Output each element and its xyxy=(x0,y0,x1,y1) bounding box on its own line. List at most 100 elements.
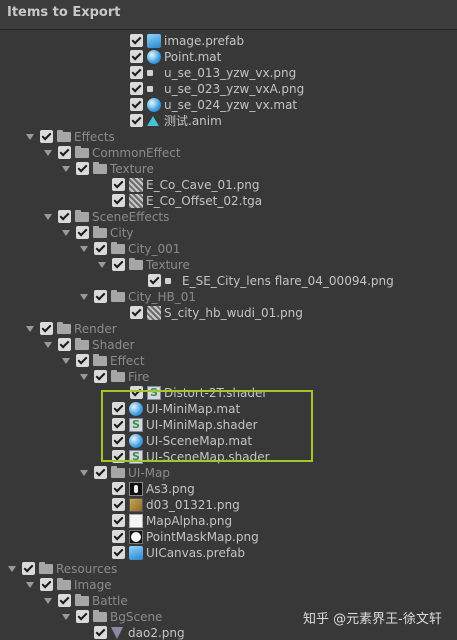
tree-file-row[interactable]: UI-MiniMap.shader xyxy=(0,417,440,433)
include-checkbox[interactable] xyxy=(94,242,107,255)
include-checkbox[interactable] xyxy=(112,498,125,511)
tree-file-row[interactable]: u_se_013_yzw_vx.png xyxy=(0,65,440,81)
tree-folder-row[interactable]: City xyxy=(0,225,440,241)
include-checkbox[interactable] xyxy=(130,50,143,63)
tree-folder-row[interactable]: Battle xyxy=(0,593,440,609)
include-checkbox[interactable] xyxy=(112,434,125,447)
include-checkbox[interactable] xyxy=(112,402,125,415)
include-checkbox[interactable] xyxy=(40,578,53,591)
include-checkbox[interactable] xyxy=(112,418,125,431)
tree-file-row[interactable]: UICanvas.prefab xyxy=(0,545,440,561)
include-checkbox[interactable] xyxy=(112,450,125,463)
tree-item-label: Distort-2T.shader xyxy=(164,386,268,400)
include-checkbox[interactable] xyxy=(112,514,125,527)
include-checkbox[interactable] xyxy=(112,194,125,207)
include-checkbox[interactable] xyxy=(112,530,125,543)
include-checkbox[interactable] xyxy=(58,210,71,223)
tree-folder-row[interactable]: SceneEffects xyxy=(0,209,440,225)
folder-icon xyxy=(93,610,107,622)
expand-arrow-icon[interactable] xyxy=(80,374,88,380)
tree-item-label: Battle xyxy=(92,594,128,608)
folder-icon xyxy=(57,130,71,142)
include-checkbox[interactable] xyxy=(94,466,107,479)
include-checkbox[interactable] xyxy=(22,562,35,575)
expand-arrow-icon[interactable] xyxy=(62,614,70,620)
include-checkbox[interactable] xyxy=(94,370,107,383)
include-checkbox[interactable] xyxy=(130,386,143,399)
tree-file-row[interactable]: u_se_024_yzw_vx.mat xyxy=(0,97,440,113)
include-checkbox[interactable] xyxy=(112,546,125,559)
tree-file-row[interactable]: E_Co_Cave_01.png xyxy=(0,177,440,193)
include-checkbox[interactable] xyxy=(94,626,107,639)
include-checkbox[interactable] xyxy=(148,274,161,287)
include-checkbox[interactable] xyxy=(40,322,53,335)
expand-arrow-icon[interactable] xyxy=(26,134,34,140)
include-checkbox[interactable] xyxy=(94,290,107,303)
tree-file-row[interactable]: As3.png xyxy=(0,481,440,497)
tree-file-row[interactable]: Distort-2T.shader xyxy=(0,385,440,401)
include-checkbox[interactable] xyxy=(76,354,89,367)
tree-file-row[interactable]: UI-MiniMap.mat xyxy=(0,401,440,417)
tree-folder-row[interactable]: Effect xyxy=(0,353,440,369)
tree-folder-row[interactable]: Resources xyxy=(0,561,440,577)
export-item-tree[interactable]: image.prefab Point.mat u_se_013_yzw_vx.png… xyxy=(0,30,457,640)
expand-arrow-icon[interactable] xyxy=(62,358,70,364)
expand-arrow-icon[interactable] xyxy=(44,150,52,156)
tree-file-row[interactable]: image.prefab xyxy=(0,33,440,49)
expand-arrow-icon[interactable] xyxy=(26,326,34,332)
expand-arrow-icon[interactable] xyxy=(62,166,70,172)
tree-file-row[interactable]: d03_01321.png xyxy=(0,497,440,513)
include-checkbox[interactable] xyxy=(76,162,89,175)
tree-folder-row[interactable]: UI-Map xyxy=(0,465,440,481)
expand-arrow-icon[interactable] xyxy=(80,294,88,300)
include-checkbox[interactable] xyxy=(58,338,71,351)
include-checkbox[interactable] xyxy=(130,34,143,47)
expand-arrow-icon[interactable] xyxy=(62,230,70,236)
tree-folder-row[interactable]: Image xyxy=(0,577,440,593)
tree-folder-row[interactable]: Shader xyxy=(0,337,440,353)
include-checkbox[interactable] xyxy=(130,114,143,127)
tree-folder-row[interactable]: CommonEffect xyxy=(0,145,440,161)
include-checkbox[interactable] xyxy=(130,98,143,111)
include-checkbox[interactable] xyxy=(76,226,89,239)
tree-folder-row[interactable]: City_001 xyxy=(0,241,440,257)
tree-file-row[interactable]: Point.mat xyxy=(0,49,440,65)
shader-icon xyxy=(129,418,143,432)
tree-item-label: image.prefab xyxy=(164,34,245,48)
expand-arrow-icon[interactable] xyxy=(8,566,16,572)
include-checkbox[interactable] xyxy=(112,258,125,271)
expand-arrow-icon[interactable] xyxy=(44,214,52,220)
tree-file-row[interactable]: E_SE_City_lens flare_04_00094.png xyxy=(0,273,440,289)
tree-folder-row[interactable]: Effects xyxy=(0,129,440,145)
tree-file-row[interactable]: 测试.anim xyxy=(0,113,440,129)
include-checkbox[interactable] xyxy=(112,482,125,495)
tree-item-label: UI-MiniMap.mat xyxy=(146,402,241,416)
include-checkbox[interactable] xyxy=(112,178,125,191)
tree-file-row[interactable]: u_se_023_yzw_vxA.png xyxy=(0,81,440,97)
expand-arrow-icon[interactable] xyxy=(80,470,88,476)
include-checkbox[interactable] xyxy=(58,146,71,159)
tree-file-row[interactable]: dao2.png xyxy=(0,625,440,640)
include-checkbox[interactable] xyxy=(40,130,53,143)
expand-arrow-icon[interactable] xyxy=(44,598,52,604)
include-checkbox[interactable] xyxy=(130,306,143,319)
tree-folder-row[interactable]: Texture xyxy=(0,257,440,273)
tree-folder-row[interactable]: Render xyxy=(0,321,440,337)
expand-arrow-icon[interactable] xyxy=(80,246,88,252)
tree-folder-row[interactable]: City_HB_01 xyxy=(0,289,440,305)
include-checkbox[interactable] xyxy=(76,610,89,623)
tree-file-row[interactable]: MapAlpha.png xyxy=(0,513,440,529)
tree-folder-row[interactable]: Fire xyxy=(0,369,440,385)
include-checkbox[interactable] xyxy=(58,594,71,607)
tree-file-row[interactable]: UI-SceneMap.mat xyxy=(0,433,440,449)
expand-arrow-icon[interactable] xyxy=(44,342,52,348)
tree-file-row[interactable]: PointMaskMap.png xyxy=(0,529,440,545)
include-checkbox[interactable] xyxy=(130,66,143,79)
expand-arrow-icon[interactable] xyxy=(98,262,106,268)
tree-file-row[interactable]: E_Co_Offset_02.tga xyxy=(0,193,440,209)
tree-folder-row[interactable]: Texture xyxy=(0,161,440,177)
include-checkbox[interactable] xyxy=(130,82,143,95)
tree-file-row[interactable]: UI-SceneMap.shader xyxy=(0,449,440,465)
expand-arrow-icon[interactable] xyxy=(26,582,34,588)
tree-file-row[interactable]: S_city_hb_wudi_01.png xyxy=(0,305,440,321)
